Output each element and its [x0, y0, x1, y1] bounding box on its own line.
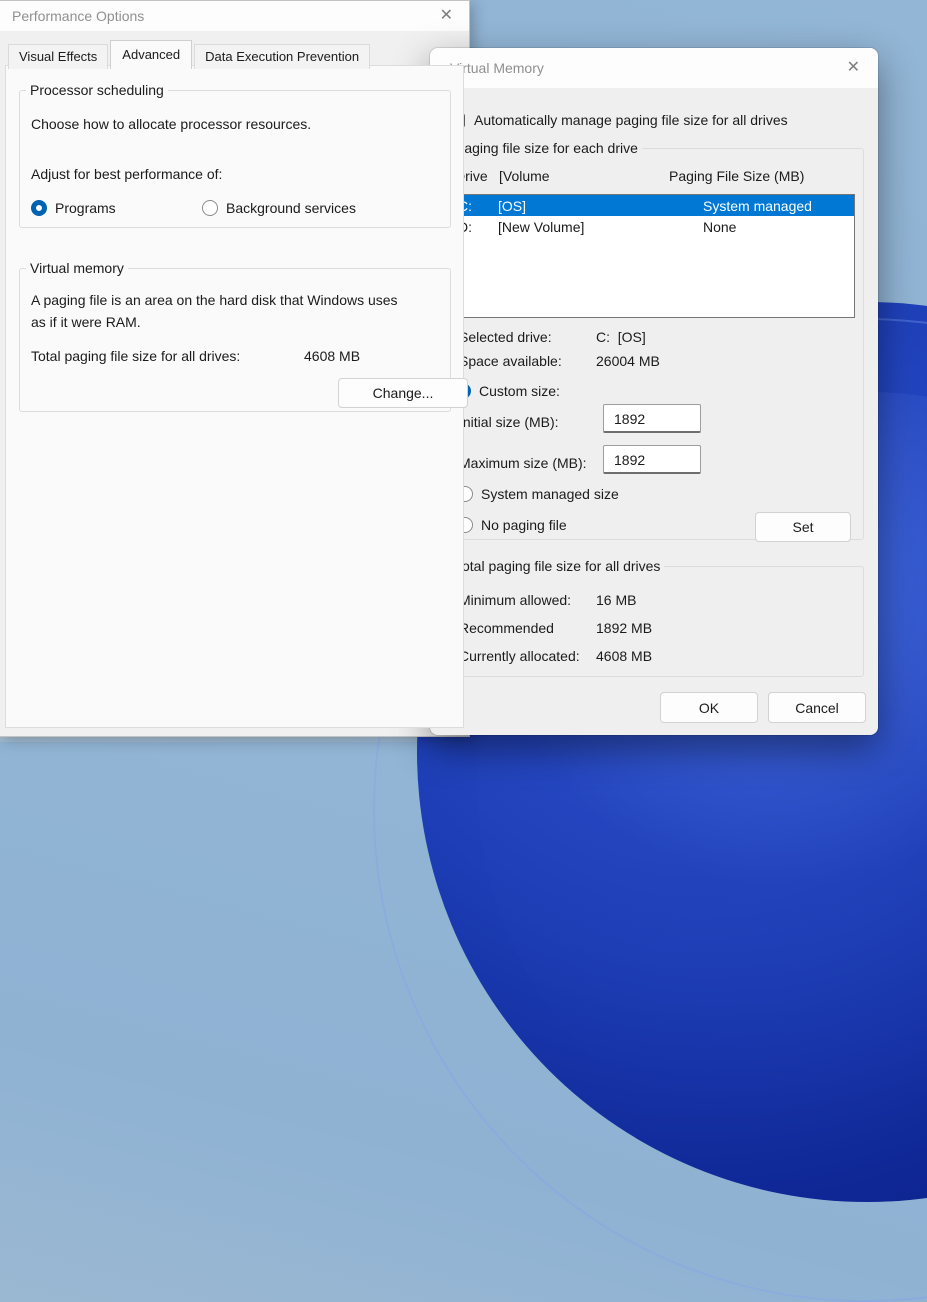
minimum-allowed-label: Minimum allowed: — [459, 592, 571, 608]
performance-options-title: Performance Options — [0, 8, 144, 24]
radio-system-managed-label: System managed size — [481, 486, 619, 502]
radio-no-paging-file[interactable]: No paging file — [457, 517, 567, 533]
radio-no-paging-file-label: No paging file — [481, 517, 567, 533]
performance-options-titlebar[interactable]: Performance Options ✕ — [0, 1, 469, 31]
paging-file-size-group: Paging file size for each drive Drive [V… — [444, 140, 864, 540]
radio-custom-size[interactable]: Custom size: — [455, 383, 560, 399]
processor-description: Choose how to allocate processor resourc… — [31, 116, 311, 132]
drive-d-letter: D: — [458, 219, 498, 235]
currently-allocated-value: 4608 MB — [596, 648, 652, 664]
drive-listbox[interactable]: C: [OS] System managed D: [New Volume] N… — [453, 194, 855, 318]
close-icon[interactable]: ✕ — [440, 8, 453, 24]
radio-background-services-icon[interactable] — [202, 200, 218, 216]
selected-drive-value: C: [OS] — [596, 329, 646, 345]
list-item-drive-d[interactable]: D: [New Volume] None — [454, 216, 854, 237]
radio-programs-icon[interactable] — [31, 200, 47, 216]
selected-drive-label: Selected drive: — [459, 329, 552, 345]
space-available-value: 26004 MB — [596, 353, 660, 369]
volume-column-header: [Volume — [499, 168, 669, 184]
radio-programs[interactable]: Programs — [31, 200, 116, 216]
totals-group: Total paging file size for all drives Mi… — [444, 558, 864, 677]
advanced-tab-panel: Processor scheduling Choose how to alloc… — [5, 65, 464, 728]
dialog-button-row: OK Cancel — [660, 692, 866, 723]
drive-list-header: Drive [Volume Paging File Size (MB) — [455, 168, 853, 184]
auto-manage-label: Automatically manage paging file size fo… — [474, 112, 788, 128]
performance-options-window: Performance Options ✕ Visual Effects Adv… — [0, 0, 470, 737]
cancel-button[interactable]: Cancel — [768, 692, 866, 723]
drive-d-size: None — [703, 219, 854, 235]
maximum-size-label: Maximum size (MB): — [459, 455, 587, 471]
total-paging-label: Total paging file size for all drives: — [31, 348, 240, 364]
paging-description-line1: A paging file is an area on the hard dis… — [31, 292, 398, 308]
tab-strip: Visual Effects Advanced Data Execution P… — [8, 39, 372, 68]
ok-button[interactable]: OK — [660, 692, 758, 723]
virtual-memory-legend: Virtual memory — [26, 260, 128, 276]
adjust-performance-label: Adjust for best performance of: — [31, 166, 222, 182]
radio-background-services[interactable]: Background services — [202, 200, 356, 216]
recommended-value: 1892 MB — [596, 620, 652, 636]
totals-legend: Total paging file size for all drives — [451, 558, 664, 574]
total-paging-value: 4608 MB — [304, 348, 360, 364]
initial-size-input[interactable] — [603, 404, 701, 433]
radio-system-managed[interactable]: System managed size — [457, 486, 619, 502]
virtual-memory-group: Virtual memory A paging file is an area … — [19, 260, 451, 412]
minimum-allowed-value: 16 MB — [596, 592, 636, 608]
radio-background-services-label: Background services — [226, 200, 356, 216]
size-column-header: Paging File Size (MB) — [669, 168, 853, 184]
radio-programs-label: Programs — [55, 200, 116, 216]
virtual-memory-titlebar[interactable]: Virtual Memory ✕ — [430, 48, 878, 88]
recommended-label: Recommended — [459, 620, 554, 636]
processor-scheduling-group: Processor scheduling Choose how to alloc… — [19, 82, 451, 228]
tab-visual-effects[interactable]: Visual Effects — [8, 44, 108, 69]
drive-c-volume: [OS] — [498, 198, 703, 214]
space-available-label: Space available: — [459, 353, 562, 369]
processor-scheduling-legend: Processor scheduling — [26, 82, 168, 98]
drive-c-letter: C: — [458, 198, 498, 214]
initial-size-label: Initial size (MB): — [459, 414, 559, 430]
close-icon[interactable]: ✕ — [847, 60, 860, 76]
set-button[interactable]: Set — [755, 512, 851, 542]
change-button[interactable]: Change... — [338, 378, 468, 408]
radio-custom-size-label: Custom size: — [479, 383, 560, 399]
maximum-size-input[interactable] — [603, 445, 701, 474]
tab-advanced[interactable]: Advanced — [110, 40, 192, 69]
tab-data-execution-prevention[interactable]: Data Execution Prevention — [194, 44, 370, 69]
paging-file-size-legend: Paging file size for each drive — [451, 140, 642, 156]
drive-c-size: System managed — [703, 198, 854, 214]
currently-allocated-label: Currently allocated: — [459, 648, 580, 664]
auto-manage-checkbox-row[interactable]: Automatically manage paging file size fo… — [450, 112, 788, 128]
virtual-memory-window: Virtual Memory ✕ Automatically manage pa… — [430, 48, 878, 735]
drive-d-volume: [New Volume] — [498, 219, 703, 235]
list-item-drive-c[interactable]: C: [OS] System managed — [454, 195, 854, 216]
paging-description-line2: as if it were RAM. — [31, 314, 141, 330]
